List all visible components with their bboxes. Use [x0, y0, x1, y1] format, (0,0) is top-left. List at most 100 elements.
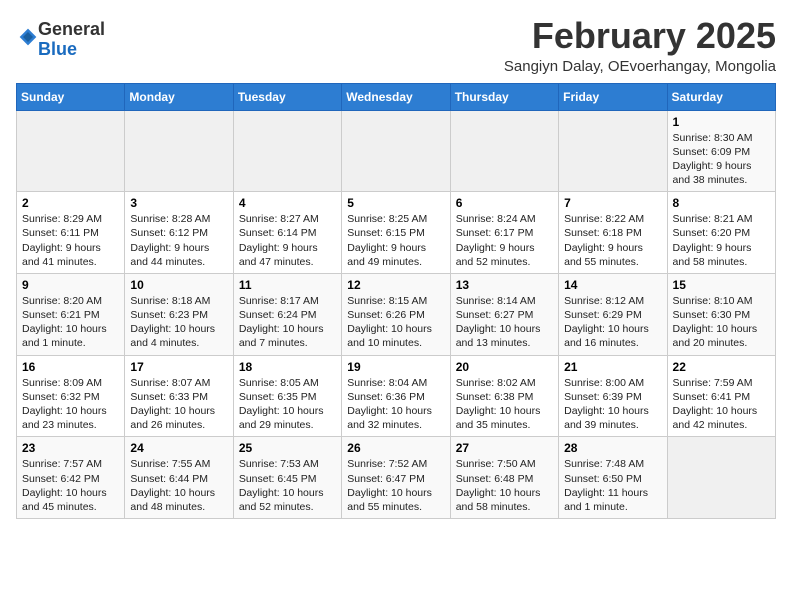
- day-info: Sunrise: 7:57 AM Sunset: 6:42 PM Dayligh…: [22, 457, 119, 514]
- day-number: 9: [22, 278, 119, 292]
- day-number: 3: [130, 196, 227, 210]
- day-number: 5: [347, 196, 444, 210]
- day-cell: 26 Sunrise: 7:52 AM Sunset: 6:47 PM Dayli…: [342, 437, 450, 519]
- day-cell: 7 Sunrise: 8:22 AM Sunset: 6:18 PM Daylig…: [559, 192, 667, 274]
- day-info: Sunrise: 8:05 AM Sunset: 6:35 PM Dayligh…: [239, 376, 336, 433]
- day-info: Sunrise: 7:48 AM Sunset: 6:50 PM Dayligh…: [564, 457, 661, 514]
- day-info: Sunrise: 8:20 AM Sunset: 6:21 PM Dayligh…: [22, 294, 119, 351]
- day-info: Sunrise: 7:52 AM Sunset: 6:47 PM Dayligh…: [347, 457, 444, 514]
- day-cell: 28 Sunrise: 7:48 AM Sunset: 6:50 PM Dayli…: [559, 437, 667, 519]
- day-cell: 5 Sunrise: 8:25 AM Sunset: 6:15 PM Daylig…: [342, 192, 450, 274]
- calendar-header: SundayMondayTuesdayWednesdayThursdayFrid…: [17, 83, 776, 110]
- day-info: Sunrise: 8:18 AM Sunset: 6:23 PM Dayligh…: [130, 294, 227, 351]
- day-number: 21: [564, 360, 661, 374]
- day-info: Sunrise: 8:02 AM Sunset: 6:38 PM Dayligh…: [456, 376, 553, 433]
- week-row-1: 1 Sunrise: 8:30 AM Sunset: 6:09 PM Daylig…: [17, 110, 776, 192]
- day-number: 28: [564, 441, 661, 455]
- day-info: Sunrise: 8:15 AM Sunset: 6:26 PM Dayligh…: [347, 294, 444, 351]
- header-day-friday: Friday: [559, 83, 667, 110]
- day-cell: 10 Sunrise: 8:18 AM Sunset: 6:23 PM Dayli…: [125, 273, 233, 355]
- week-row-5: 23 Sunrise: 7:57 AM Sunset: 6:42 PM Dayli…: [17, 437, 776, 519]
- day-cell: [17, 110, 125, 192]
- header-day-wednesday: Wednesday: [342, 83, 450, 110]
- day-cell: 23 Sunrise: 7:57 AM Sunset: 6:42 PM Dayli…: [17, 437, 125, 519]
- day-number: 16: [22, 360, 119, 374]
- day-info: Sunrise: 8:12 AM Sunset: 6:29 PM Dayligh…: [564, 294, 661, 351]
- day-number: 14: [564, 278, 661, 292]
- day-cell: 19Sunrise: 8:04 AM Sunset: 6:36 PM Dayli…: [342, 355, 450, 437]
- day-number: 11: [239, 278, 336, 292]
- day-info: Sunrise: 8:28 AM Sunset: 6:12 PM Dayligh…: [130, 212, 227, 269]
- header-day-tuesday: Tuesday: [233, 83, 341, 110]
- day-info: Sunrise: 8:24 AM Sunset: 6:17 PM Dayligh…: [456, 212, 553, 269]
- day-cell: 6 Sunrise: 8:24 AM Sunset: 6:17 PM Daylig…: [450, 192, 558, 274]
- day-cell: 27Sunrise: 7:50 AM Sunset: 6:48 PM Dayli…: [450, 437, 558, 519]
- calendar-body: 1 Sunrise: 8:30 AM Sunset: 6:09 PM Daylig…: [17, 110, 776, 518]
- day-info: Sunrise: 8:09 AM Sunset: 6:32 PM Dayligh…: [22, 376, 119, 433]
- header-day-thursday: Thursday: [450, 83, 558, 110]
- day-number: 4: [239, 196, 336, 210]
- day-number: 26: [347, 441, 444, 455]
- day-cell: 18 Sunrise: 8:05 AM Sunset: 6:35 PM Dayli…: [233, 355, 341, 437]
- day-cell: [667, 437, 775, 519]
- day-info: Sunrise: 8:00 AM Sunset: 6:39 PM Dayligh…: [564, 376, 661, 433]
- day-cell: 2Sunrise: 8:29 AM Sunset: 6:11 PM Daylig…: [17, 192, 125, 274]
- day-number: 25: [239, 441, 336, 455]
- day-cell: 17Sunrise: 8:07 AM Sunset: 6:33 PM Dayli…: [125, 355, 233, 437]
- day-cell: 25 Sunrise: 7:53 AM Sunset: 6:45 PM Dayli…: [233, 437, 341, 519]
- day-number: 18: [239, 360, 336, 374]
- day-cell: 14 Sunrise: 8:12 AM Sunset: 6:29 PM Dayli…: [559, 273, 667, 355]
- day-cell: 1 Sunrise: 8:30 AM Sunset: 6:09 PM Daylig…: [667, 110, 775, 192]
- day-number: 23: [22, 441, 119, 455]
- day-cell: 16 Sunrise: 8:09 AM Sunset: 6:32 PM Dayli…: [17, 355, 125, 437]
- week-row-4: 16 Sunrise: 8:09 AM Sunset: 6:32 PM Dayli…: [17, 355, 776, 437]
- day-info: Sunrise: 7:55 AM Sunset: 6:44 PM Dayligh…: [130, 457, 227, 514]
- day-info: Sunrise: 7:53 AM Sunset: 6:45 PM Dayligh…: [239, 457, 336, 514]
- day-cell: 3 Sunrise: 8:28 AM Sunset: 6:12 PM Daylig…: [125, 192, 233, 274]
- day-info: Sunrise: 8:27 AM Sunset: 6:14 PM Dayligh…: [239, 212, 336, 269]
- day-info: Sunrise: 8:14 AM Sunset: 6:27 PM Dayligh…: [456, 294, 553, 351]
- day-number: 15: [673, 278, 770, 292]
- day-number: 6: [456, 196, 553, 210]
- day-cell: 4 Sunrise: 8:27 AM Sunset: 6:14 PM Daylig…: [233, 192, 341, 274]
- calendar-table: SundayMondayTuesdayWednesdayThursdayFrid…: [16, 83, 776, 519]
- day-info: Sunrise: 8:30 AM Sunset: 6:09 PM Dayligh…: [673, 131, 770, 188]
- page-header: General Blue February 2025 Sangiyn Dalay…: [16, 16, 776, 75]
- subtitle: Sangiyn Dalay, OEvoerhangay, Mongolia: [504, 58, 776, 75]
- day-cell: 8Sunrise: 8:21 AM Sunset: 6:20 PM Daylig…: [667, 192, 775, 274]
- day-number: 10: [130, 278, 227, 292]
- day-info: Sunrise: 8:10 AM Sunset: 6:30 PM Dayligh…: [673, 294, 770, 351]
- day-number: 13: [456, 278, 553, 292]
- day-number: 12: [347, 278, 444, 292]
- day-number: 22: [673, 360, 770, 374]
- day-cell: 22Sunrise: 7:59 AM Sunset: 6:41 PM Dayli…: [667, 355, 775, 437]
- day-info: Sunrise: 8:17 AM Sunset: 6:24 PM Dayligh…: [239, 294, 336, 351]
- day-number: 17: [130, 360, 227, 374]
- day-cell: [342, 110, 450, 192]
- day-info: Sunrise: 8:25 AM Sunset: 6:15 PM Dayligh…: [347, 212, 444, 269]
- day-info: Sunrise: 8:29 AM Sunset: 6:11 PM Dayligh…: [22, 212, 119, 269]
- day-number: 1: [673, 115, 770, 129]
- day-cell: 24 Sunrise: 7:55 AM Sunset: 6:44 PM Dayli…: [125, 437, 233, 519]
- logo-blue: Blue: [38, 39, 77, 59]
- day-cell: [233, 110, 341, 192]
- day-cell: [125, 110, 233, 192]
- header-day-sunday: Sunday: [17, 83, 125, 110]
- main-title: February 2025: [504, 16, 776, 56]
- day-cell: 13 Sunrise: 8:14 AM Sunset: 6:27 PM Dayli…: [450, 273, 558, 355]
- day-cell: [559, 110, 667, 192]
- day-cell: 9 Sunrise: 8:20 AM Sunset: 6:21 PM Daylig…: [17, 273, 125, 355]
- day-cell: 11 Sunrise: 8:17 AM Sunset: 6:24 PM Dayli…: [233, 273, 341, 355]
- logo: General Blue: [16, 20, 105, 60]
- week-row-2: 2Sunrise: 8:29 AM Sunset: 6:11 PM Daylig…: [17, 192, 776, 274]
- day-cell: 12 Sunrise: 8:15 AM Sunset: 6:26 PM Dayli…: [342, 273, 450, 355]
- header-day-saturday: Saturday: [667, 83, 775, 110]
- day-info: Sunrise: 8:22 AM Sunset: 6:18 PM Dayligh…: [564, 212, 661, 269]
- day-cell: 20 Sunrise: 8:02 AM Sunset: 6:38 PM Dayli…: [450, 355, 558, 437]
- day-number: 8: [673, 196, 770, 210]
- day-info: Sunrise: 7:50 AM Sunset: 6:48 PM Dayligh…: [456, 457, 553, 514]
- day-number: 7: [564, 196, 661, 210]
- day-number: 24: [130, 441, 227, 455]
- day-number: 20: [456, 360, 553, 374]
- day-cell: 21 Sunrise: 8:00 AM Sunset: 6:39 PM Dayli…: [559, 355, 667, 437]
